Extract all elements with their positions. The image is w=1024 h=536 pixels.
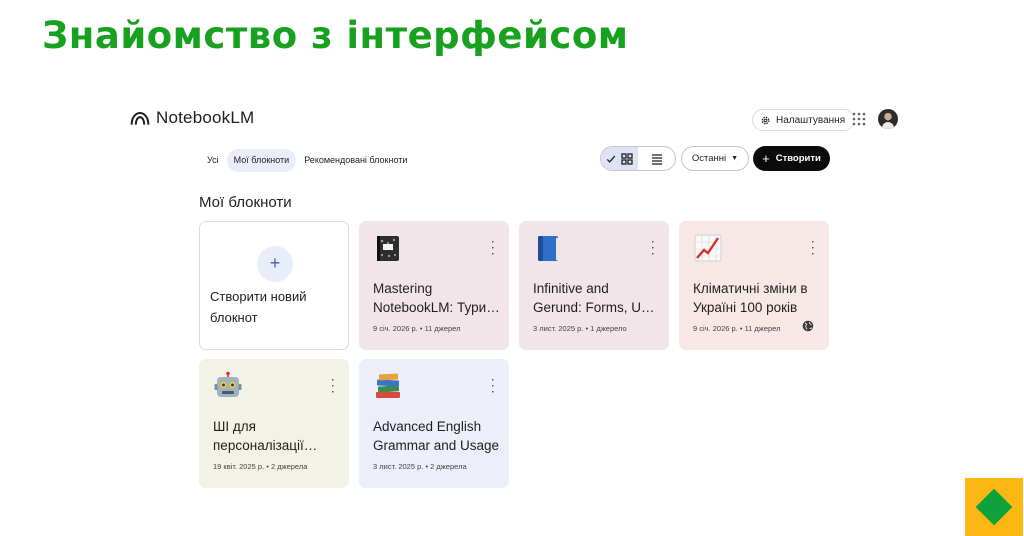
view-toggle [600, 146, 676, 171]
user-avatar[interactable] [878, 109, 898, 129]
notebook-card[interactable]: ··· Infinitive and Gerund: Forms, Use an… [519, 221, 669, 350]
diamond-logo-icon [975, 488, 1013, 526]
filter-chip-my-notebooks[interactable]: Мої блокноти [226, 149, 297, 172]
slide-title: Знайомство з інтерфейсом [42, 14, 629, 57]
check-icon [606, 155, 616, 163]
robot-emoji-icon [213, 371, 243, 401]
notebook-title: Advanced English Grammar and Usage [373, 419, 500, 453]
notebook-grid: + Створити новий блокнот · · · Mastering N… [199, 221, 831, 488]
filter-chip-featured[interactable]: Рекомендовані блокноти [297, 149, 414, 172]
notebook-card[interactable]: ··· Mastering NotebookLM: Тури та Хитрощ… [359, 221, 509, 350]
notebook-card[interactable]: · · · Кліматичні зміни в Україні 100 років… [679, 221, 829, 350]
sort-dropdown[interactable]: Останні ▼ [681, 146, 749, 171]
notebook-meta: 9 січ. 2026 р. • 11 джерел [693, 324, 781, 333]
list-view-button[interactable] [638, 147, 675, 170]
sort-label: Останні [691, 153, 727, 164]
more-vert-icon[interactable]: · · · [488, 238, 498, 260]
notebook-title: Infinitive and Gerund: Forms, Use and Pr… [533, 281, 656, 315]
filter-tabs: Усі Мої блокноти Рекомендовані блокноти [200, 149, 415, 172]
notebook-meta: 3 лист. 2025 р. • 1 джерело [533, 324, 627, 333]
more-vert-icon[interactable]: · · · [328, 376, 338, 398]
caret-down-icon: ▼ [731, 155, 739, 162]
grid-icon [621, 152, 633, 165]
grid-view-button[interactable] [601, 147, 638, 170]
apps-grid-icon[interactable] [852, 112, 866, 126]
app-logo[interactable]: NotebookLM [130, 108, 254, 128]
notebooklm-logo-icon [130, 111, 150, 125]
notebook-emoji-icon [373, 233, 403, 263]
top-bar: NotebookLM Налаштування [128, 100, 904, 140]
notebook-meta: 19 квіт. 2025 р. • 2 джерела [213, 462, 308, 471]
more-vert-icon[interactable]: · · · [648, 238, 658, 260]
section-title: Мої блокноти [199, 194, 292, 211]
notebooklm-window: NotebookLM Налаштування Усі Мої блокноти… [128, 100, 904, 500]
notebook-meta: 9 січ. 2026 р. • 11 джерел [373, 324, 461, 333]
plus-icon: + [257, 246, 293, 282]
filter-chip-all[interactable]: Усі [200, 149, 226, 172]
brand-badge [965, 478, 1023, 536]
plus-icon: + [762, 151, 770, 166]
notebook-title: Mastering NotebookLM: Тури та Хитрощі [373, 281, 487, 315]
new-notebook-label: Створити новий блокнот [210, 289, 307, 325]
list-icon [651, 153, 662, 165]
create-new-notebook-card[interactable]: + Створити новий блокнот [199, 221, 349, 350]
notebook-card[interactable]: · · · Advanced English Grammar and Usage 3… [359, 359, 509, 488]
gear-icon [761, 116, 770, 124]
notebook-title: ШІ для персоналізації навчання [213, 419, 304, 453]
chart-increasing-emoji-icon [693, 233, 723, 263]
create-label: Створити [775, 153, 821, 164]
globe-icon [802, 320, 814, 332]
settings-label: Налаштування [776, 114, 846, 126]
notebook-card[interactable]: ··· ШІ для персоналізації навчання 19 кв… [199, 359, 349, 488]
books-emoji-icon [373, 371, 403, 401]
app-name: NotebookLM [156, 108, 255, 127]
blue-book-emoji-icon [533, 233, 563, 263]
notebook-meta: 3 лист. 2025 р. • 2 джерела [373, 462, 467, 471]
settings-button[interactable]: Налаштування [752, 109, 856, 131]
more-vert-icon[interactable]: · · · [488, 376, 498, 398]
notebook-title: Кліматичні зміни в Україні 100 років [693, 281, 808, 315]
more-vert-icon[interactable]: · · · [808, 238, 818, 260]
create-notebook-button[interactable]: + Створити [753, 146, 830, 171]
